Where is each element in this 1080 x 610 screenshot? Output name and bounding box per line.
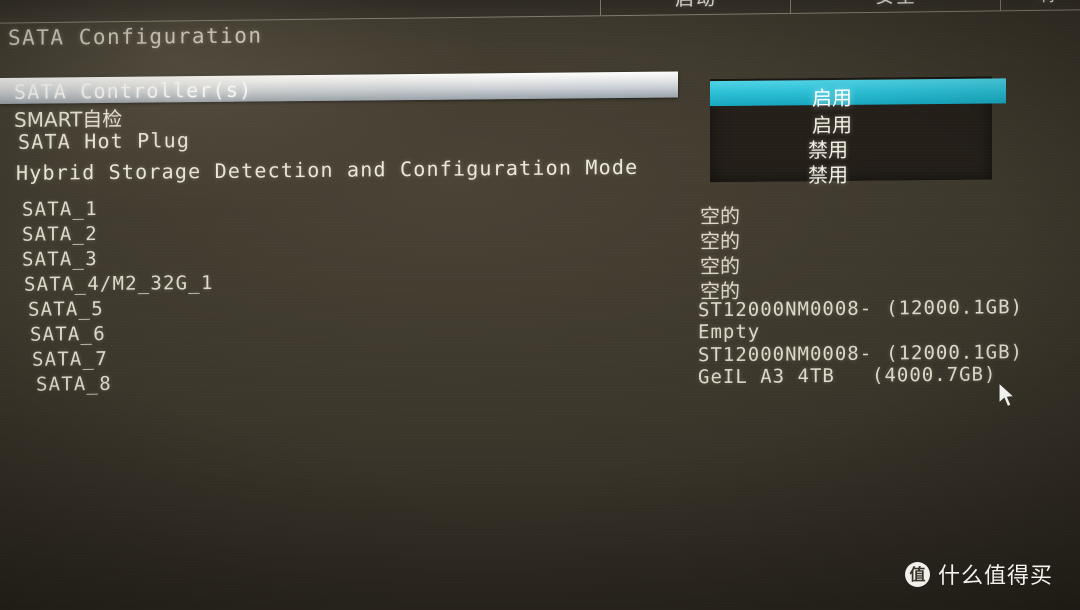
port-label-sata-5[interactable]: SATA_5 [28, 298, 104, 321]
port-label-sata-3[interactable]: SATA_3 [22, 248, 98, 271]
port-device-model-sata-5: ST12000NM0008- [698, 297, 873, 322]
setting-value-sata-controller[interactable]: 启用 [812, 82, 852, 111]
watermark-text: 什么值得买 [938, 564, 1054, 589]
port-device-sata-6: Empty [698, 320, 761, 344]
setting-label-sata-controller[interactable]: SATA Controller(s) [14, 78, 252, 104]
port-label-sata-6[interactable]: SATA_6 [30, 323, 106, 346]
port-device-size-sata-5: (12000.1GB) [886, 296, 1023, 320]
content-layer: SATA Configuration SATA Controller(s) SM… [0, 0, 1080, 610]
port-label-sata-8[interactable]: SATA_8 [36, 373, 112, 396]
page-title: SATA Configuration [8, 23, 263, 50]
port-device-sata-7: ST12000NM0008- (12000.1GB) [698, 341, 1023, 366]
setting-label-hybrid-storage-mode[interactable]: Hybrid Storage Detection and Configurati… [16, 155, 638, 185]
port-label-sata-4[interactable]: SATA_4/M2_32G_1 [24, 272, 214, 296]
port-device-sata-8: GeIL A3 4TB (4000.7GB) [698, 363, 996, 388]
port-label-sata-2[interactable]: SATA_2 [22, 223, 98, 246]
mouse-pointer-icon [998, 382, 1016, 408]
port-device-sata-5: ST12000NM0008- (12000.1GB) [698, 296, 1023, 321]
port-device-model-sata-7: ST12000NM0008- [698, 342, 873, 367]
port-device-size-sata-7: (12000.1GB) [886, 341, 1023, 365]
setting-label-sata-hot-plug[interactable]: SATA Hot Plug [18, 128, 190, 154]
port-label-sata-7[interactable]: SATA_7 [32, 348, 108, 371]
value-highlight [710, 78, 1006, 107]
setting-value-hybrid-storage-mode[interactable]: 禁用 [808, 159, 848, 188]
port-device-model-sata-8: GeIL A3 4TB [698, 364, 835, 389]
port-device-size-sata-8: (4000.7GB) [872, 363, 997, 387]
port-label-sata-1[interactable]: SATA_1 [22, 198, 98, 221]
watermark: 值 什么值得买 [905, 558, 1053, 590]
watermark-logo-icon: 值 [905, 561, 930, 587]
bios-screen-photo: 启动 安全 响 SATA Configuration SATA Controll… [0, 0, 1080, 610]
